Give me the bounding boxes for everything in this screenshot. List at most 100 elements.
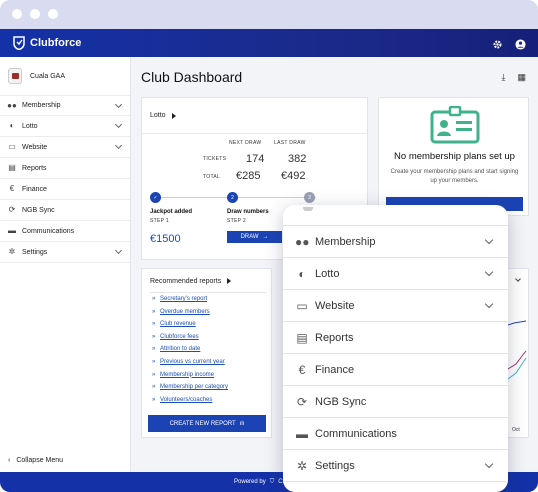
sidebar-item-reports[interactable]: ▤ Reports <box>0 158 130 179</box>
reports-card-header[interactable]: Recommended reports <box>142 269 271 293</box>
menu-item-label: Lotto <box>315 267 340 280</box>
last-draw-total: €492 <box>281 170 306 182</box>
browser-chrome <box>0 0 538 29</box>
menu-item-label: NGB Sync <box>315 395 367 408</box>
step-complete-check-icon: ✓ <box>150 192 161 203</box>
last-draw-header: LAST DRAW <box>274 140 306 146</box>
sidebar-item-label: Membership <box>22 102 61 109</box>
sidebar: Cuala GAA ●● Membership ◐ Lotto ▭ Website ▤… <box>0 57 131 472</box>
chevron-down-icon <box>515 276 521 282</box>
mobile-menu-overlay: ●● Membership ◐ Lotto ▭ Website ▤ Reports € F… <box>283 205 508 492</box>
chevron-down-icon <box>114 141 123 150</box>
sidebar-item-label: Finance <box>22 185 47 193</box>
sidebar-item-label: Communications <box>22 227 75 235</box>
membership-plans-card: No membership plans set up Create your m… <box>378 97 529 216</box>
menu-item-label: Finance <box>315 363 355 376</box>
reports-card-title: Recommended reports <box>150 277 222 285</box>
line-chart-fragment <box>508 320 527 380</box>
sidebar-item-settings[interactable]: ✲ Settings <box>0 242 130 263</box>
lotto-card-title: Lotto <box>150 112 166 119</box>
brand-logo[interactable]: Clubforce <box>12 36 81 50</box>
report-link[interactable]: Attrition to date <box>152 343 228 356</box>
people-icon: ●● <box>7 100 17 110</box>
menu-item-finance[interactable]: € Finance <box>283 354 508 386</box>
sync-icon: ⟳ <box>8 205 16 214</box>
menu-item-label: Website <box>315 299 355 312</box>
gear-icon[interactable] <box>492 37 503 49</box>
menu-item-label: Settings <box>315 459 355 472</box>
gear-icon: ✲ <box>296 458 308 473</box>
next-draw-total: €285 <box>236 170 261 182</box>
grid-icon[interactable]: ▦ <box>517 72 526 83</box>
menu-item-website[interactable]: ▭ Website <box>283 290 508 322</box>
report-icon: ▤ <box>296 330 308 345</box>
report-link[interactable]: Overdue members <box>152 306 228 319</box>
expand-arrow-icon <box>171 112 176 119</box>
menu-item-settings[interactable]: ✲ Settings <box>283 450 508 482</box>
user-icon[interactable] <box>515 37 526 50</box>
last-draw-tickets: 382 <box>288 153 307 165</box>
sidebar-item-label: Website <box>22 143 48 151</box>
menu-item-ngb-sync[interactable]: ⟳ NGB Sync <box>283 386 508 418</box>
report-link[interactable]: Clubforce fees <box>152 331 228 344</box>
x-axis-tick-label: Oct <box>512 427 520 433</box>
chevron-down-icon <box>114 120 123 129</box>
chat-icon: ▬ <box>8 226 16 235</box>
sidebar-item-label: NGB Sync <box>22 206 55 214</box>
menu-item-lotto[interactable]: ◐ Lotto <box>283 258 508 290</box>
membership-plans-text: Create your membership plans and start s… <box>390 169 519 184</box>
report-link[interactable]: Membership income <box>152 369 228 382</box>
step-2-indicator: 2 <box>227 192 238 203</box>
report-link[interactable]: Club revenue <box>152 318 228 331</box>
menu-item-label: Communications <box>315 427 397 440</box>
sync-icon: ⟳ <box>296 394 308 409</box>
sidebar-item-website[interactable]: ▭ Website <box>0 137 130 158</box>
menu-item-label: Membership <box>315 235 376 248</box>
window-dot <box>30 9 40 19</box>
report-link[interactable]: Previous vs current year <box>152 356 228 369</box>
sidebar-item-membership[interactable]: ●● Membership <box>0 95 130 116</box>
sidebar-item-label: Settings <box>22 248 48 256</box>
club-crest-icon <box>303 207 313 211</box>
top-bar: Clubforce <box>0 29 538 57</box>
window-dot <box>12 9 22 19</box>
club-header[interactable]: Cuala GAA <box>0 57 130 95</box>
chat-icon: ▬ <box>296 426 308 441</box>
sidebar-item-finance[interactable]: € Finance <box>0 179 130 200</box>
powered-by-label: Powered by <box>234 479 266 485</box>
next-draw-tickets: 174 <box>246 153 265 165</box>
people-icon: ●● <box>295 234 310 249</box>
jackpot-amount: €1500 <box>150 233 181 245</box>
sidebar-item-communications[interactable]: ▬ Communications <box>0 221 130 242</box>
expand-arrow-icon <box>227 278 232 284</box>
id-card-icon <box>430 106 480 144</box>
reports-list: Secretary's report Overdue members Club … <box>152 293 228 406</box>
euro-icon: € <box>9 184 15 193</box>
toggle-icon: ◐ <box>9 121 15 130</box>
sidebar-item-ngb-sync[interactable]: ⟳ NGB Sync <box>0 200 130 221</box>
chevron-down-icon <box>114 246 123 255</box>
chevron-down-icon <box>484 235 494 245</box>
menu-item-communications[interactable]: ▬ Communications <box>283 418 508 450</box>
chevron-left-icon: ‹ <box>8 457 11 464</box>
create-new-report-button[interactable]: CREATE NEW REPORT ılı <box>148 415 266 432</box>
download-icon[interactable]: ⤓ <box>502 72 506 83</box>
collapse-menu-button[interactable]: ‹ Collapse Menu <box>8 457 63 464</box>
report-link[interactable]: Secretary's report <box>152 293 228 306</box>
sidebar-item-label: Reports <box>22 164 47 172</box>
step-2-subtitle: STEP 2 <box>227 218 246 224</box>
browser-icon: ▭ <box>8 142 16 151</box>
menu-item-reports[interactable]: ▤ Reports <box>283 322 508 354</box>
browser-icon: ▭ <box>296 298 308 313</box>
report-link[interactable]: Membership per category <box>152 381 228 394</box>
menu-item-membership[interactable]: ●● Membership <box>283 226 508 258</box>
lotto-card-header[interactable]: Lotto <box>142 98 367 134</box>
total-label: TOTAL <box>203 174 221 180</box>
page-title: Club Dashboard <box>141 69 243 85</box>
sidebar-item-lotto[interactable]: ◐ Lotto <box>0 116 130 137</box>
chevron-down-icon <box>484 267 494 277</box>
draw-button[interactable]: DRAW → <box>227 231 282 243</box>
step-1-subtitle: STEP 1 <box>150 218 169 224</box>
report-link[interactable]: Volunteers/coaches <box>152 394 228 407</box>
next-draw-header: NEXT DRAW <box>229 140 262 146</box>
